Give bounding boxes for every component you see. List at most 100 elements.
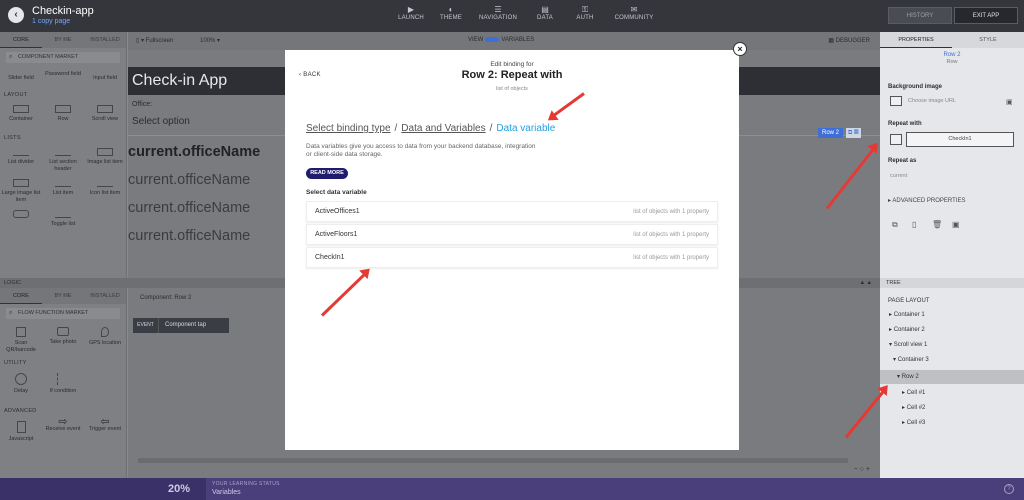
tab-style[interactable]: STYLE bbox=[952, 32, 1024, 48]
flow-functions-panel: CORE BY ME INSTALLED ⌕ FLOW FUNCTION MARK… bbox=[0, 288, 127, 478]
tile-row[interactable]: Row bbox=[42, 101, 84, 132]
tile-icon-list-item[interactable]: Icon list item bbox=[84, 175, 126, 206]
image-icon[interactable] bbox=[890, 96, 902, 106]
flow-tabs: CORE BY ME INSTALLED bbox=[0, 288, 126, 304]
office-label: Office: bbox=[132, 101, 153, 108]
copy-icon[interactable]: ⧉ ▦ bbox=[846, 128, 861, 138]
crumb-data-and-variables[interactable]: Data and Variables bbox=[401, 123, 485, 134]
flow-function-market-button[interactable]: ⌕ FLOW FUNCTION MARKET bbox=[6, 308, 120, 319]
tree-item[interactable]: ▸ Container 1 bbox=[880, 308, 1024, 322]
debugger-button[interactable]: ▦ DEBUGGER bbox=[828, 37, 870, 44]
tile-list-divider[interactable]: List divider bbox=[0, 144, 42, 175]
tile-delay[interactable]: Delay bbox=[0, 369, 42, 405]
tile-slider-field[interactable]: Slider field bbox=[0, 67, 42, 89]
nav-auth[interactable]: ⚿ AUTH bbox=[566, 4, 604, 21]
search-icon: ⌕ bbox=[9, 310, 13, 316]
image-picker-icon[interactable]: ▣ bbox=[1006, 98, 1013, 106]
exit-app-button[interactable]: EXIT APP bbox=[954, 7, 1018, 24]
collapse-icon[interactable]: ▲ ▲ bbox=[860, 278, 872, 288]
component-market-button[interactable]: ⌕ COMPONENT MARKET bbox=[6, 52, 120, 63]
binding-icon[interactable] bbox=[890, 134, 902, 145]
image-list-item-icon bbox=[97, 148, 113, 156]
variable-option-activefloors1[interactable]: ActiveFloors1 list of objects with 1 prop… bbox=[306, 224, 718, 245]
field-tiles: Slider field Password field Input field bbox=[0, 67, 126, 89]
variable-option-activeoffices1[interactable]: ActiveOffices1 list of objects with 1 pro… bbox=[306, 201, 718, 222]
close-modal-button[interactable]: × bbox=[733, 42, 747, 56]
learning-status-bar[interactable]: 20% YOUR LEARNING STATUS Variables ? bbox=[0, 478, 1024, 500]
tree-item-selected[interactable]: ▾ Row 2 bbox=[880, 370, 1024, 384]
zoom-select[interactable]: 100% ▾ bbox=[200, 37, 220, 44]
help-icon[interactable]: ? bbox=[1004, 484, 1014, 494]
tile-if-condition[interactable]: If condition bbox=[42, 369, 84, 405]
tree-item[interactable]: ▾ Container 3 bbox=[880, 353, 1024, 367]
duplicate-icon[interactable]: ⧉ bbox=[892, 220, 912, 230]
tab-installed[interactable]: INSTALLED bbox=[84, 288, 126, 304]
repeat-with-value[interactable]: CheckIn1 bbox=[906, 132, 1014, 147]
tile-list-section-header[interactable]: List section header bbox=[42, 144, 84, 175]
repeat-item: current.officeName bbox=[128, 228, 251, 244]
device-select[interactable]: ▯ ▾ Fullscreen bbox=[136, 37, 173, 44]
repeat-with-label: Repeat with bbox=[888, 121, 922, 127]
tree-item[interactable]: ▾ Scroll view 1 bbox=[880, 338, 1024, 352]
tile-toggle-list[interactable]: Toggle list bbox=[42, 206, 84, 227]
tab-by-me[interactable]: BY ME bbox=[42, 32, 84, 48]
modal-edit-label: Edit binding for bbox=[490, 61, 534, 68]
variable-option-checkin1[interactable]: CheckIn1 list of objects with 1 property bbox=[306, 247, 718, 268]
repeat-as-input[interactable]: current bbox=[890, 173, 907, 179]
history-button[interactable]: HISTORY bbox=[888, 7, 952, 24]
tree-item[interactable]: ▸ Cell #3 bbox=[880, 416, 1024, 430]
tab-core[interactable]: CORE bbox=[0, 32, 42, 48]
row-icon bbox=[55, 105, 71, 113]
office-picker[interactable]: Select option bbox=[132, 116, 190, 127]
tab-by-me[interactable]: BY ME bbox=[42, 288, 84, 304]
nav-navigation[interactable]: ☰ NAVIGATION bbox=[472, 4, 524, 21]
tree-item[interactable]: ▸ Cell #1 bbox=[880, 386, 1024, 400]
component-actions: ⧉ ▯ 🗑 ▣ bbox=[892, 220, 972, 230]
tile-password-field[interactable]: Password field bbox=[42, 67, 84, 89]
tile-large-image-list-item[interactable]: Large image list item bbox=[0, 175, 42, 206]
nav-launch[interactable]: ▶ LAUNCH bbox=[392, 4, 430, 21]
tile-container[interactable]: Container bbox=[0, 101, 42, 132]
advanced-properties-toggle[interactable]: ▸ ADVANCED PROPERTIES bbox=[888, 197, 966, 204]
delete-icon[interactable]: 🗑 bbox=[932, 220, 952, 230]
tile-gps-location[interactable]: GPS location bbox=[84, 323, 126, 357]
app-subtitle[interactable]: 1 copy page bbox=[32, 18, 70, 25]
back-to-dashboard-icon[interactable]: ‹ bbox=[8, 7, 24, 23]
horizontal-scrollbar[interactable] bbox=[138, 458, 848, 463]
repeat-item[interactable]: current.officeName bbox=[128, 144, 260, 160]
tile-image-list-item[interactable]: Image list item bbox=[84, 144, 126, 175]
component-panel: CORE BY ME INSTALLED ⌕ COMPONENT MARKET S… bbox=[0, 32, 127, 278]
toggle-switch[interactable] bbox=[485, 37, 500, 42]
select-variable-label: Select data variable bbox=[306, 189, 367, 196]
list-divider-icon bbox=[13, 148, 29, 156]
tab-installed[interactable]: INSTALLED bbox=[84, 32, 126, 48]
tile-input-field[interactable]: Input field bbox=[84, 67, 126, 89]
tile-javascript[interactable]: Javascript bbox=[0, 417, 42, 457]
nav-community[interactable]: ✉ COMMUNITY bbox=[606, 4, 662, 21]
crumb-select-binding-type[interactable]: Select binding type bbox=[306, 123, 391, 134]
tile-list-item[interactable]: List item bbox=[42, 175, 84, 206]
row-2-tag[interactable]: Row 2 bbox=[818, 128, 844, 138]
component-tap-event[interactable]: EVENT Component tap bbox=[133, 318, 229, 333]
search-list-icon bbox=[13, 210, 29, 218]
tile-take-photo[interactable]: Take photo bbox=[42, 323, 84, 357]
zoom-controls[interactable]: − ○ + bbox=[854, 466, 870, 473]
tile-scroll-view[interactable]: Scroll view bbox=[84, 101, 126, 132]
nav-theme[interactable]: ◐ THEME bbox=[432, 4, 470, 21]
view-toggle[interactable]: VIEW VARIABLES bbox=[468, 37, 534, 43]
arrow-right-icon: ⇨ bbox=[58, 416, 68, 428]
tile-scan-qr[interactable]: Scan QR/barcode bbox=[0, 323, 42, 357]
copy-icon[interactable]: ▯ bbox=[912, 220, 932, 230]
tree-item[interactable]: ▸ Cell #2 bbox=[880, 401, 1024, 415]
save-template-icon[interactable]: ▣ bbox=[952, 220, 972, 230]
nav-data[interactable]: ▤ DATA bbox=[526, 4, 564, 21]
tab-properties[interactable]: PROPERTIES bbox=[880, 32, 952, 48]
tile-trigger-event[interactable]: ⇦ Trigger event bbox=[84, 417, 126, 457]
tree-item[interactable]: ▸ Container 2 bbox=[880, 323, 1024, 337]
bg-image-input[interactable]: Choose image URL bbox=[908, 98, 956, 104]
tab-core[interactable]: CORE bbox=[0, 288, 42, 304]
read-more-button[interactable]: READ MORE bbox=[306, 168, 348, 179]
tile-receive-event[interactable]: ⇨ Receive event bbox=[42, 417, 84, 457]
tile-list-unlabeled[interactable] bbox=[0, 206, 42, 226]
branch-icon bbox=[57, 373, 69, 385]
